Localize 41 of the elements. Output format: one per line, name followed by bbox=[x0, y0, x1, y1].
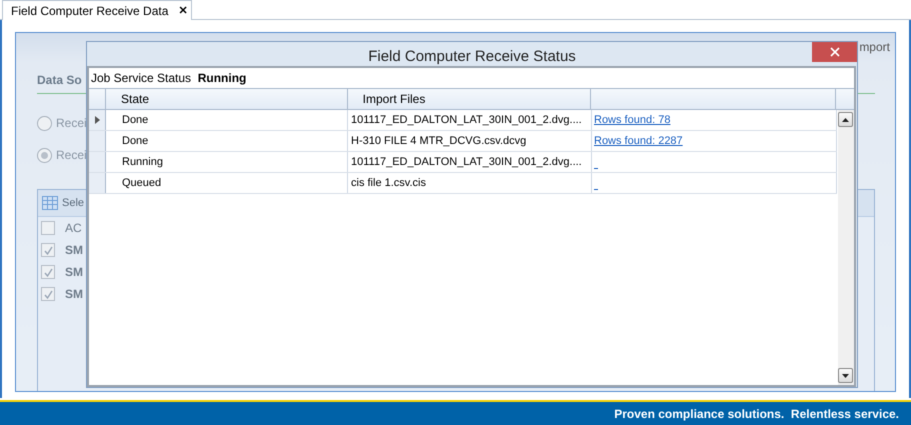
column-header[interactable]: State bbox=[106, 89, 348, 109]
table-cell: Queued bbox=[106, 173, 348, 193]
job-status-text: Job Service Status Running bbox=[90, 70, 248, 87]
up-arrow-icon bbox=[842, 118, 849, 122]
section-title: Data So bbox=[37, 73, 82, 87]
scrollbar[interactable] bbox=[838, 110, 854, 385]
checkbox[interactable] bbox=[41, 287, 55, 301]
checkbox-label: SM bbox=[65, 287, 83, 301]
rows-found-link[interactable]: Rows found: 2287 bbox=[594, 135, 683, 147]
table-cell: Done bbox=[106, 110, 348, 130]
scroll-up-button[interactable] bbox=[838, 112, 853, 127]
row-indicator[interactable] bbox=[89, 110, 106, 130]
footer-slogan: Proven compliance solutions. Relentless service. bbox=[614, 406, 899, 420]
table-cell: 101117_ED_DALTON_LAT_30IN_001_2.dvg.... bbox=[348, 152, 592, 172]
import-button[interactable]: mport bbox=[859, 40, 890, 54]
rows-found-link[interactable]: Rows found: 78 bbox=[594, 114, 670, 126]
checkbox-label: SM bbox=[65, 243, 83, 257]
close-icon bbox=[830, 47, 840, 57]
checkbox[interactable] bbox=[41, 265, 55, 279]
radio-label: Recei bbox=[56, 148, 87, 162]
table-cell: H-310 FILE 4 MTR_DCVG.csv.dcvg bbox=[348, 131, 592, 151]
table-cell: cis file 1.csv.cis bbox=[348, 173, 592, 193]
table-icon bbox=[42, 196, 58, 210]
table-cell: Running bbox=[106, 152, 348, 172]
table-cell: Done bbox=[106, 131, 348, 151]
scroll-down-button[interactable] bbox=[838, 368, 853, 383]
radio-label: Recei bbox=[56, 116, 87, 130]
table-cell: 101117_ED_DALTON_LAT_30IN_001_2.dvg.... bbox=[348, 110, 592, 130]
close-button[interactable] bbox=[812, 42, 857, 62]
checkbox-label: SM bbox=[65, 265, 83, 279]
list-header-label: Sele bbox=[62, 197, 84, 209]
dialog-title: Field Computer Receive Status bbox=[368, 46, 576, 64]
close-tab-button[interactable]: ✕ bbox=[178, 4, 188, 17]
radio-button[interactable] bbox=[37, 148, 52, 162]
document-tab[interactable]: Field Computer Receive Data ✕ bbox=[2, 0, 192, 20]
down-arrow-icon bbox=[842, 374, 849, 378]
checkbox-label: AC bbox=[65, 221, 82, 235]
checkbox[interactable] bbox=[41, 243, 55, 257]
checkbox[interactable] bbox=[41, 221, 55, 235]
radio-button[interactable] bbox=[37, 116, 52, 130]
column-header[interactable]: Import Files bbox=[348, 89, 592, 109]
